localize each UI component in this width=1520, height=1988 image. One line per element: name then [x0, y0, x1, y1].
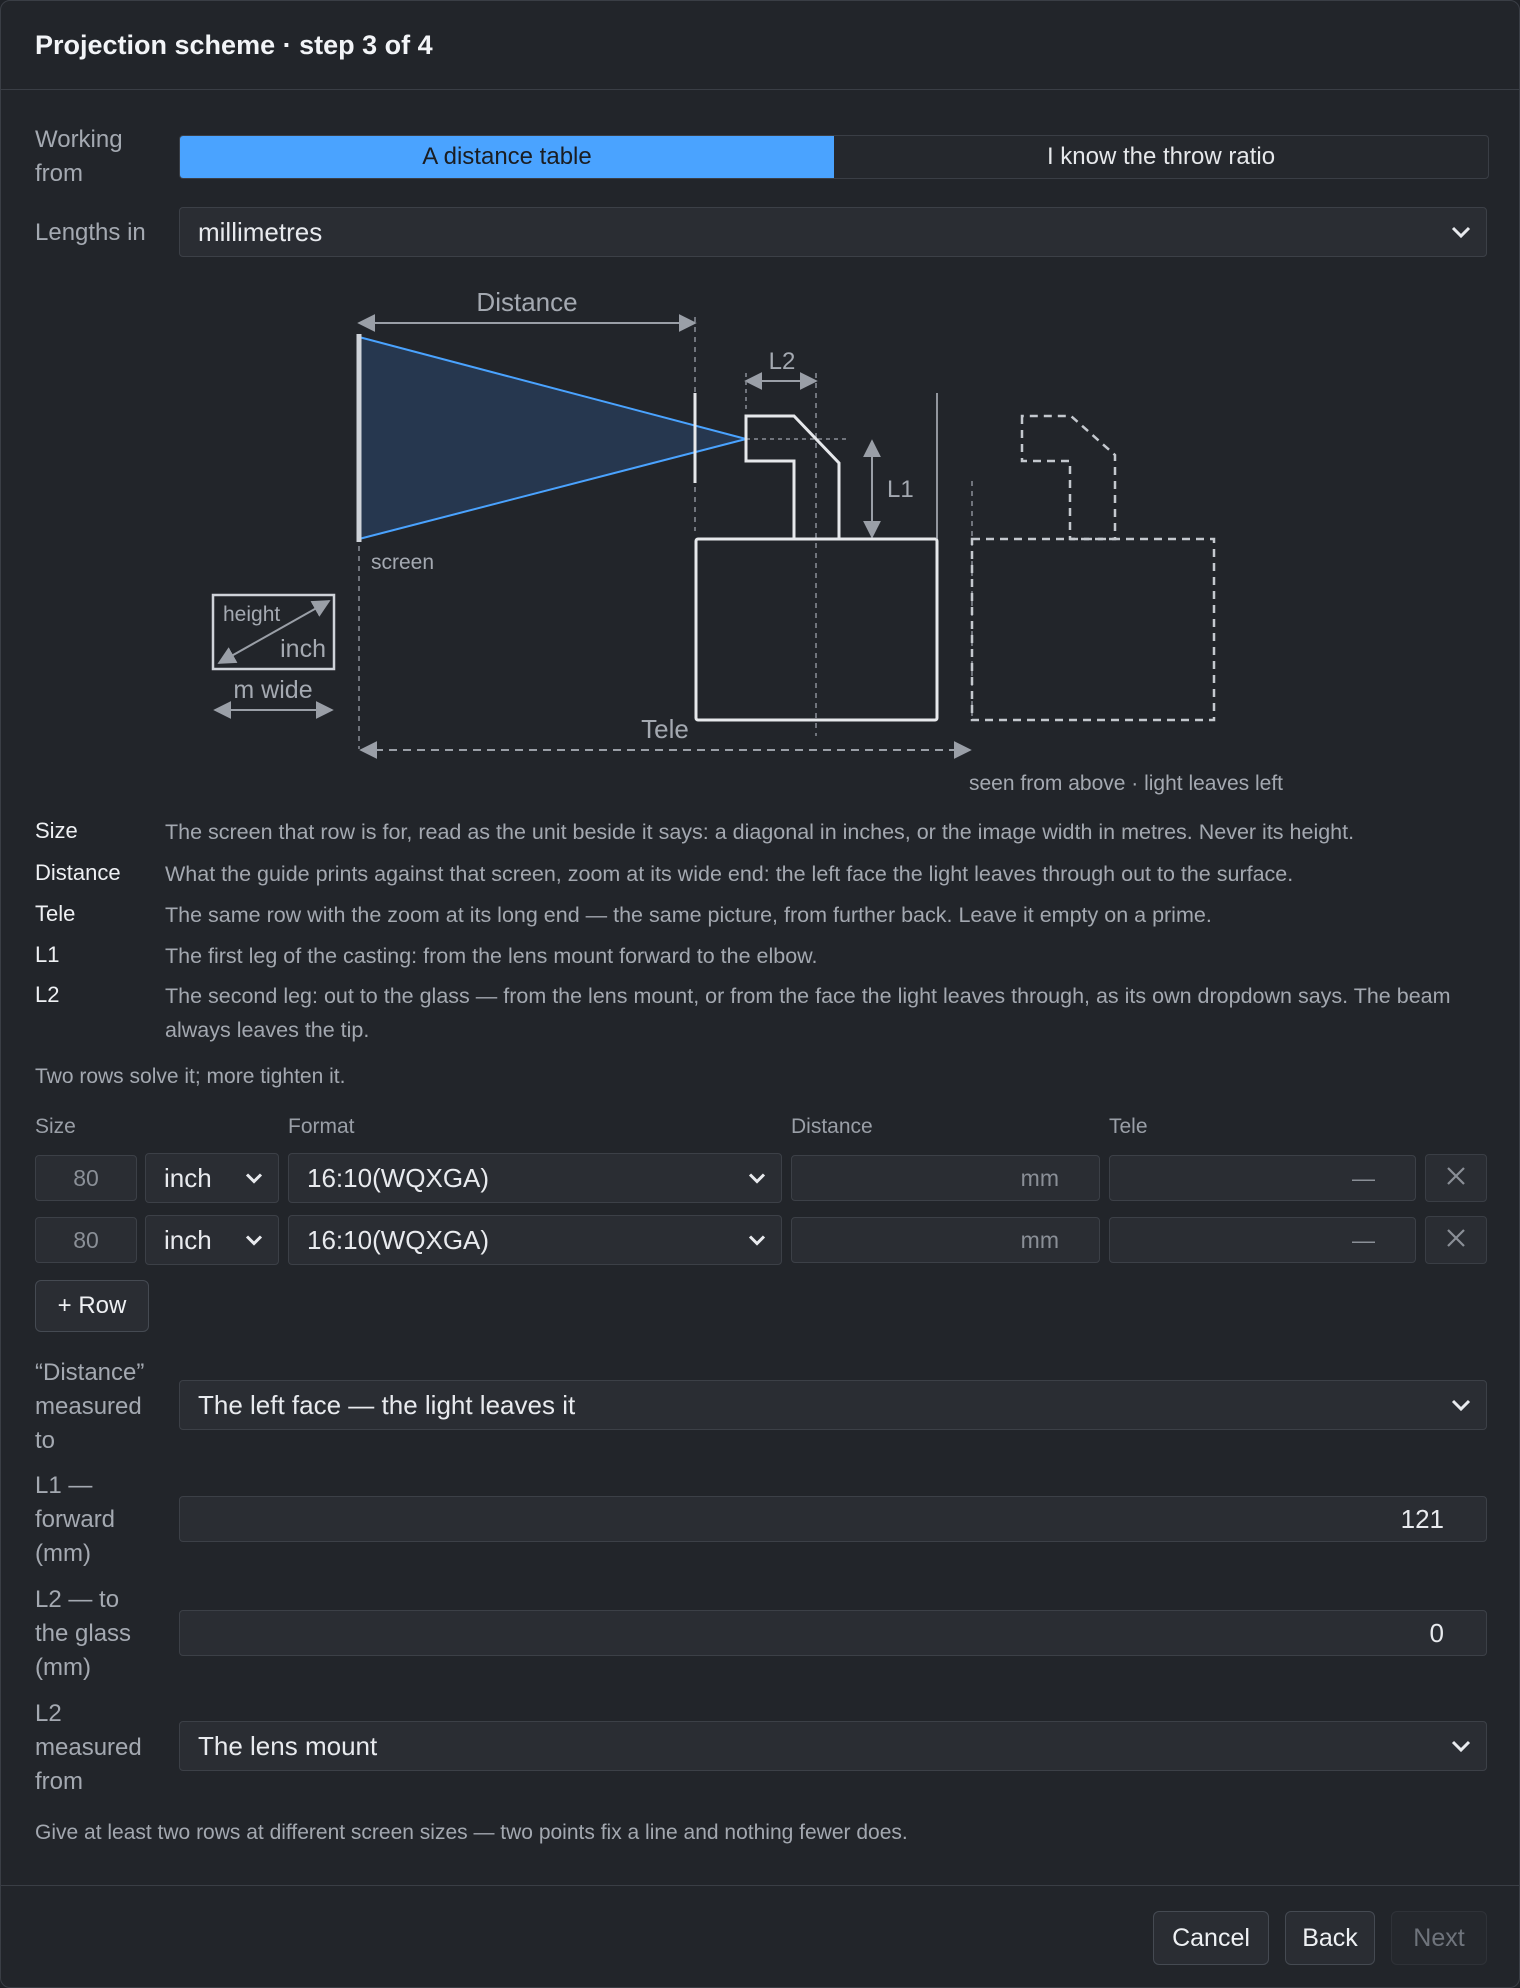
- chevron-down-icon: [747, 1234, 767, 1247]
- distance-input[interactable]: mm: [791, 1155, 1100, 1201]
- back-button[interactable]: Back: [1285, 1911, 1375, 1965]
- format-value: 16:10(WQXGA): [307, 1224, 490, 1255]
- bottom-hint: Give at least two rows at different scre…: [35, 1821, 908, 1844]
- next-button[interactable]: Next: [1391, 1911, 1487, 1965]
- def-term-distance: Distance: [35, 860, 121, 885]
- tele-placeholder: —: [1352, 1164, 1375, 1191]
- l2-measured-from-value: The lens mount: [198, 1730, 378, 1761]
- distance-measured-to-select[interactable]: The left face — the light leaves it: [179, 1380, 1487, 1430]
- close-icon: [1445, 1165, 1467, 1192]
- distance-placeholder: mm: [1020, 1226, 1059, 1253]
- def-term-l2: L2: [35, 982, 60, 1007]
- l1-forward-input[interactable]: 121: [179, 1496, 1487, 1542]
- light-beam: [359, 337, 746, 539]
- lens-casting: [744, 414, 841, 541]
- size-input[interactable]: 80: [35, 1155, 137, 1201]
- tele-placeholder: —: [1352, 1226, 1375, 1253]
- chevron-down-icon: [1450, 1739, 1472, 1753]
- remove-row-button[interactable]: [1425, 1154, 1487, 1202]
- chevron-down-icon: [244, 1172, 264, 1185]
- tele-input[interactable]: —: [1109, 1155, 1416, 1201]
- def-desc-size: The screen that row is for, read as the …: [165, 820, 1355, 844]
- l2-dim-label: L2: [769, 348, 796, 375]
- l2-glass-input[interactable]: 0: [179, 1610, 1487, 1656]
- chevron-down-icon: [1450, 1398, 1472, 1412]
- cancel-button[interactable]: Cancel: [1153, 1911, 1269, 1965]
- size-unit-select[interactable]: inch: [145, 1153, 279, 1203]
- tele-dim-label: Tele: [641, 714, 689, 744]
- distance-measured-to-value: The left face — the light leaves it: [198, 1389, 576, 1420]
- size-placeholder: 80: [73, 1226, 99, 1253]
- l1-dim-label: L1: [887, 476, 914, 503]
- option-distance-table[interactable]: A distance table: [180, 136, 834, 178]
- size-unit-select[interactable]: inch: [145, 1215, 279, 1265]
- l2-measured-from-label: L2 measured from: [35, 1700, 142, 1795]
- close-icon: [1445, 1227, 1467, 1254]
- def-desc-tele: The same row with the zoom at its long e…: [165, 903, 1212, 927]
- distance-placeholder: mm: [1020, 1164, 1059, 1191]
- size-input[interactable]: 80: [35, 1217, 137, 1263]
- size-unit-value: inch: [164, 1224, 212, 1255]
- height-label: height: [223, 603, 280, 626]
- option-throw-ratio[interactable]: I know the throw ratio: [834, 136, 1488, 178]
- col-header-tele: Tele: [1109, 1115, 1148, 1138]
- lengths-in-value: millimetres: [198, 216, 323, 247]
- projection-diagram: Distance L2 L1 screen height inch m wide…: [211, 287, 1283, 795]
- l2-measured-from-select[interactable]: The lens mount: [179, 1721, 1487, 1771]
- inch-label: inch: [280, 635, 326, 663]
- l1-forward-label: L1 — forward (mm): [35, 1472, 116, 1567]
- dialog-footer: Cancel Back Next: [1, 1885, 1519, 1987]
- format-select[interactable]: 16:10(WQXGA): [288, 1153, 782, 1203]
- def-term-tele: Tele: [35, 901, 76, 926]
- m-wide-label: m wide: [233, 676, 312, 704]
- remove-row-button[interactable]: [1425, 1216, 1487, 1264]
- def-desc-distance: What the guide prints against that scree…: [165, 862, 1294, 886]
- distance-input[interactable]: mm: [791, 1217, 1100, 1263]
- def-term-size: Size: [35, 818, 78, 843]
- lengths-in-label: Lengths in: [35, 219, 146, 246]
- format-select[interactable]: 16:10(WQXGA): [288, 1215, 782, 1265]
- def-term-l1: L1: [35, 942, 60, 967]
- def-desc-l2: The second leg: out to the glass — from …: [165, 984, 1451, 1042]
- distance-measured-to-label: “Distance” measured to: [35, 1359, 145, 1454]
- alternate-projector-outline: [970, 537, 1216, 722]
- format-value: 16:10(WQXGA): [307, 1162, 490, 1193]
- chevron-down-icon: [747, 1172, 767, 1185]
- size-placeholder: 80: [73, 1164, 99, 1191]
- distance-dim-label: Distance: [476, 287, 577, 317]
- chevron-down-icon: [244, 1234, 264, 1247]
- l1-forward-value: 121: [1400, 1503, 1444, 1534]
- size-unit-value: inch: [164, 1162, 212, 1193]
- l2-glass-value: 0: [1429, 1617, 1444, 1648]
- working-from-label: Working from: [35, 126, 123, 187]
- col-header-size: Size: [35, 1115, 76, 1138]
- dialog-title: Projection scheme · step 3 of 4: [1, 1, 1519, 90]
- working-from-toggle: A distance table I know the throw ratio: [179, 135, 1489, 179]
- diagram-caption: seen from above · light leaves left: [969, 772, 1283, 795]
- projection-scheme-dialog: Projection scheme · step 3 of 4 Working …: [0, 0, 1520, 1988]
- definitions-list: Size The screen that row is for, read as…: [35, 815, 1487, 1055]
- screen-label: screen: [371, 551, 434, 574]
- chevron-down-icon: [1450, 225, 1472, 239]
- lengths-in-select[interactable]: millimetres: [179, 207, 1487, 257]
- add-row-button[interactable]: + Row: [35, 1280, 149, 1332]
- rows-hint: Two rows solve it; more tighten it.: [35, 1065, 346, 1088]
- def-desc-l1: The first leg of the casting: from the l…: [165, 944, 818, 968]
- col-header-format: Format: [288, 1115, 355, 1138]
- l2-glass-label: L2 — to the glass (mm): [35, 1586, 132, 1681]
- tele-input[interactable]: —: [1109, 1217, 1416, 1263]
- col-header-distance: Distance: [791, 1115, 873, 1138]
